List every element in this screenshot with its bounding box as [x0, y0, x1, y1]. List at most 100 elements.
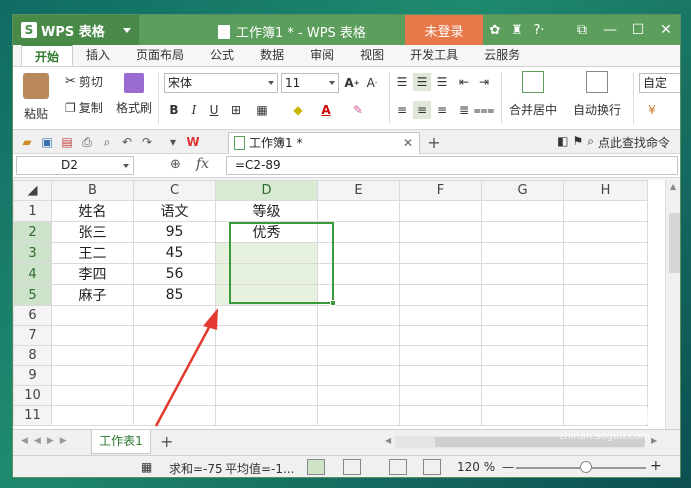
row-header[interactable]: 6 — [13, 305, 52, 326]
cell-g6[interactable] — [481, 305, 564, 326]
cell-c9[interactable] — [133, 365, 216, 386]
normal-view-icon[interactable] — [307, 459, 325, 475]
restore-layout-icon[interactable]: ⧉ — [568, 15, 596, 45]
cell-b5[interactable]: 麻子 — [51, 284, 134, 306]
cell-e1[interactable] — [317, 200, 400, 222]
cell-e6[interactable] — [317, 305, 400, 326]
column-header-d[interactable]: D — [215, 180, 318, 201]
cell-d9[interactable] — [215, 365, 318, 386]
cell-h6[interactable] — [563, 305, 648, 326]
horizontal-scroll-thumb[interactable] — [435, 437, 645, 447]
cell-e3[interactable] — [317, 242, 400, 264]
cell-h9[interactable] — [563, 365, 648, 386]
column-header-b[interactable]: B — [51, 180, 134, 201]
row-header[interactable]: 8 — [13, 345, 52, 366]
cell-g2[interactable] — [481, 221, 564, 243]
add-sheet-button[interactable]: + — [160, 432, 173, 451]
wps-w-icon[interactable]: W — [185, 134, 201, 150]
sheet-nav-arrows-icon[interactable]: ◀◀▶▶ — [21, 436, 73, 446]
cell-e8[interactable] — [317, 345, 400, 366]
merge-center-button[interactable]: 合并居中 — [509, 71, 557, 118]
row-header[interactable]: 5 — [13, 284, 52, 306]
copy-button[interactable]: ❐ 复制 — [65, 99, 103, 116]
tab-cloud[interactable]: 云服务 — [471, 44, 533, 66]
cell-f11[interactable] — [399, 405, 482, 426]
row-header[interactable]: 2 — [13, 221, 52, 243]
command-search[interactable]: ◧ ⚑ ⌕ 点此查找命令 — [557, 134, 670, 151]
cell-h11[interactable] — [563, 405, 648, 426]
insert-function-icon[interactable]: fx — [196, 156, 209, 172]
page-layout-view-icon[interactable] — [343, 459, 361, 475]
document-tab[interactable]: 工作簿1 * ✕ — [228, 132, 420, 154]
align-bottom-icon[interactable]: ☰ — [433, 73, 451, 91]
cell-e10[interactable] — [317, 385, 400, 406]
skin-icon[interactable]: ✿ — [485, 20, 505, 40]
cell-f7[interactable] — [399, 325, 482, 346]
cell-g7[interactable] — [481, 325, 564, 346]
cell-c4[interactable]: 56 — [133, 263, 216, 285]
cell-b7[interactable] — [51, 325, 134, 346]
cell-b1[interactable]: 姓名 — [51, 200, 134, 222]
cell-d4[interactable] — [215, 263, 318, 285]
print-preview-icon[interactable]: ⌕ — [99, 134, 115, 150]
select-all-corner[interactable]: ◢ — [13, 180, 52, 201]
app-menu-button[interactable]: S WPS 表格 — [13, 15, 139, 45]
vertical-scroll-thumb[interactable] — [669, 213, 680, 273]
scroll-right-icon[interactable]: ▶ — [651, 436, 657, 445]
row-header[interactable]: 4 — [13, 263, 52, 285]
shrink-font-icon[interactable]: A- — [363, 74, 381, 92]
clear-format-icon[interactable]: ✎ — [349, 101, 367, 119]
open-folder-icon[interactable]: ▰ — [19, 134, 35, 150]
grow-font-icon[interactable]: A + — [343, 74, 361, 92]
row-header[interactable]: 1 — [13, 200, 52, 222]
cell-b10[interactable] — [51, 385, 134, 406]
cell-e9[interactable] — [317, 365, 400, 386]
tab-insert[interactable]: 插入 — [73, 44, 123, 66]
cell-d2[interactable]: 优秀 — [215, 221, 318, 243]
cut-button[interactable]: ✂ 剪切 — [65, 73, 103, 90]
wrap-text-button[interactable]: 自动换行 — [573, 71, 621, 118]
cell-b4[interactable]: 李四 — [51, 263, 134, 285]
cell-c7[interactable] — [133, 325, 216, 346]
cell-d5[interactable] — [215, 284, 318, 306]
cell-b11[interactable] — [51, 405, 134, 426]
formula-input[interactable]: =C2-89 — [226, 156, 678, 175]
number-format-select[interactable]: 自定 — [639, 73, 680, 93]
align-right-icon[interactable]: ≡ — [433, 101, 451, 119]
cell-g5[interactable] — [481, 284, 564, 306]
align-center-icon[interactable]: ≡ — [413, 101, 431, 119]
close-button[interactable]: ✕ — [652, 15, 680, 45]
cell-c3[interactable]: 45 — [133, 242, 216, 264]
undo-icon[interactable]: ↶ — [119, 134, 135, 150]
column-header-f[interactable]: F — [399, 180, 482, 201]
reading-mode-icon[interactable] — [423, 459, 441, 475]
justify-icon[interactable]: ≣ — [455, 101, 473, 119]
cell-c5[interactable]: 85 — [133, 284, 216, 306]
indent-increase-icon[interactable]: ⇥ — [475, 73, 493, 91]
cell-h10[interactable] — [563, 385, 648, 406]
cell-fill-pattern-icon[interactable]: ▦ — [253, 101, 271, 119]
cell-f3[interactable] — [399, 242, 482, 264]
cell-f4[interactable] — [399, 263, 482, 285]
print-icon[interactable]: ⎙ — [79, 134, 95, 150]
scroll-up-icon[interactable]: ▲ — [670, 182, 676, 191]
minimize-button[interactable]: — — [596, 15, 624, 45]
row-header[interactable]: 3 — [13, 242, 52, 264]
cell-h1[interactable] — [563, 200, 648, 222]
zoom-formula-icon[interactable]: ⊕ — [170, 157, 181, 172]
zoom-slider-handle[interactable] — [580, 461, 592, 473]
cell-c2[interactable]: 95 — [133, 221, 216, 243]
italic-button[interactable]: I — [185, 101, 203, 119]
vertical-scrollbar[interactable]: ▲ — [665, 180, 680, 429]
column-header-h[interactable]: H — [563, 180, 648, 201]
shirt-icon[interactable]: ♜ — [507, 20, 527, 40]
cell-c10[interactable] — [133, 385, 216, 406]
cell-b3[interactable]: 王二 — [51, 242, 134, 264]
currency-icon[interactable]: ¥ — [643, 101, 661, 119]
row-header[interactable]: 9 — [13, 365, 52, 386]
format-painter-button[interactable]: 格式刷 — [116, 73, 152, 116]
cell-b9[interactable] — [51, 365, 134, 386]
cell-d11[interactable] — [215, 405, 318, 426]
cell-g9[interactable] — [481, 365, 564, 386]
redo-icon[interactable]: ↷ — [139, 134, 155, 150]
